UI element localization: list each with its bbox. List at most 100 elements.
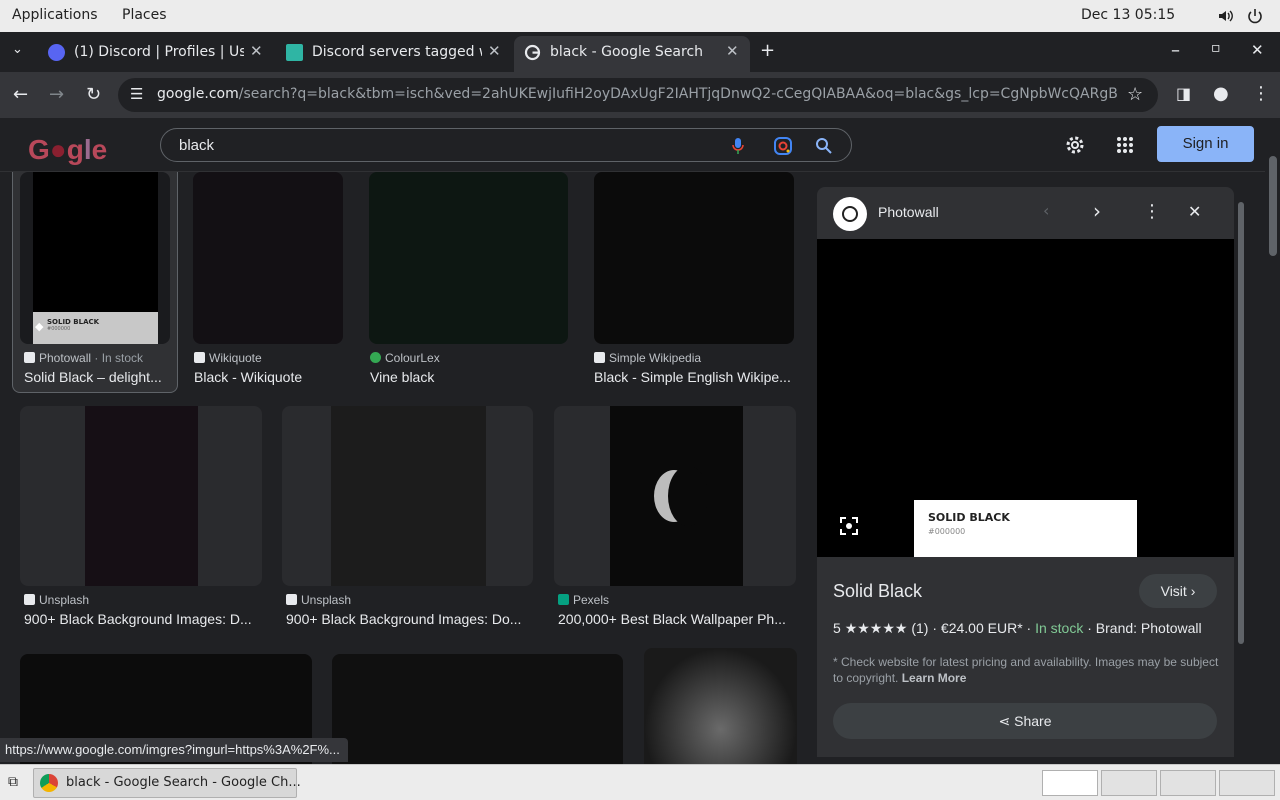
settings-gear-icon[interactable] — [1064, 134, 1086, 156]
result-source[interactable]: Simple Wikipedia — [594, 351, 701, 365]
back-icon[interactable]: ← — [13, 84, 28, 105]
close-icon[interactable]: ✕ — [250, 42, 263, 60]
result-thumbnail[interactable] — [594, 172, 794, 344]
result-thumbnail[interactable] — [644, 648, 797, 764]
show-desktop-icon[interactable]: ⧉ — [8, 774, 18, 790]
photowall-icon — [24, 352, 35, 363]
workspace-1[interactable] — [1042, 770, 1098, 796]
unsplash-icon — [24, 594, 35, 605]
photowall-logo — [833, 197, 867, 231]
result-source[interactable]: Unsplash — [24, 593, 89, 607]
result-caption[interactable]: Vine black — [370, 369, 568, 385]
colourlex-icon — [370, 352, 381, 363]
result-thumbnail[interactable] — [282, 406, 533, 586]
learn-more-link[interactable]: Learn More — [902, 671, 967, 685]
applications-menu[interactable]: Applications — [12, 7, 98, 23]
maximize-icon[interactable]: ▫ — [1211, 40, 1221, 56]
search-input[interactable] — [179, 135, 699, 155]
url-text[interactable]: google.com/search?q=black&tbm=isch&ved=2… — [157, 86, 1117, 102]
lens-search-icon[interactable] — [839, 516, 859, 536]
mic-icon[interactable] — [731, 137, 745, 155]
reload-icon[interactable]: ↻ — [86, 84, 101, 105]
bookmark-star-icon[interactable]: ☆ — [1127, 84, 1143, 105]
volume-icon[interactable] — [1217, 7, 1235, 25]
close-icon[interactable]: ✕ — [1188, 202, 1201, 221]
tab-title: black - Google Search — [550, 44, 704, 60]
disboard-icon — [286, 44, 303, 61]
preview-image-card: SOLID BLACK #000000 — [914, 500, 1137, 557]
apps-grid-icon[interactable] — [1116, 136, 1134, 154]
search-box[interactable] — [160, 128, 852, 162]
places-menu[interactable]: Places — [122, 7, 167, 23]
tab-discord[interactable]: (1) Discord | Profiles | User ✕ — [38, 36, 274, 72]
result-thumbnail[interactable] — [554, 406, 796, 586]
result-source[interactable]: ColourLex — [370, 351, 440, 365]
result-caption[interactable]: Black - Wikiquote — [194, 369, 344, 385]
site-info-icon[interactable]: ☰ — [130, 85, 143, 103]
result-thumbnail[interactable]: SOLID BLACK #000000 ◆ — [20, 172, 170, 344]
next-icon[interactable]: › — [1093, 199, 1101, 223]
new-tab-button[interactable]: + — [760, 40, 775, 61]
result-caption[interactable]: 900+ Black Background Images: Do... — [286, 611, 533, 627]
result-thumbnail[interactable] — [332, 654, 623, 764]
wikipedia-icon — [594, 352, 605, 363]
result-source[interactable]: Wikiquote — [194, 351, 262, 365]
result-caption[interactable]: 900+ Black Background Images: D... — [24, 611, 262, 627]
clock[interactable]: Dec 13 05:15 — [1081, 7, 1175, 23]
close-window-icon[interactable]: ✕ — [1251, 41, 1264, 59]
taskbar: ⧉ black - Google Search - Google Ch... — [0, 764, 1280, 800]
address-bar[interactable]: ☰ google.com/search?q=black&tbm=isch&ved… — [118, 78, 1158, 112]
wikiquote-icon — [194, 352, 205, 363]
preview-source[interactable]: Photowall — [878, 204, 939, 220]
result-source[interactable]: Photowall · In stock — [24, 351, 143, 365]
thumbnail-card-code: #000000 — [47, 326, 71, 332]
tab-disboard[interactable]: Discord servers tagged with ✕ — [276, 36, 514, 72]
page-scrollbar[interactable] — [1265, 118, 1280, 764]
result-caption[interactable]: Black - Simple English Wikipe... — [594, 369, 794, 385]
minimize-icon[interactable]: – — [1171, 40, 1180, 61]
result-source[interactable]: Pexels — [558, 593, 609, 607]
more-options-icon[interactable]: ⋮ — [1143, 201, 1161, 222]
workspace-4[interactable] — [1219, 770, 1275, 796]
workspace-2[interactable] — [1101, 770, 1157, 796]
preview-card-title: SOLID BLACK — [928, 511, 1010, 524]
close-icon[interactable]: ✕ — [488, 42, 501, 60]
google-doodle-logo[interactable]: G●gle — [28, 134, 107, 166]
power-icon[interactable] — [1246, 7, 1264, 25]
product-meta: 5 ★★★★★ (1) · €24.00 EUR* · In stock · B… — [833, 620, 1202, 636]
unsplash-icon — [286, 594, 297, 605]
result-thumbnail[interactable] — [369, 172, 568, 344]
panel-scrollbar[interactable] — [1236, 190, 1246, 746]
workspace-3[interactable] — [1160, 770, 1216, 796]
tab-search-icon[interactable]: ⌄ — [12, 42, 23, 57]
system-top-bar: Applications Places Dec 13 05:15 — [0, 0, 1280, 32]
taskbar-window-title: black - Google Search - Google Ch... — [66, 775, 301, 790]
sign-in-button[interactable]: Sign in — [1157, 126, 1254, 162]
preview-title[interactable]: Solid Black — [833, 581, 922, 602]
share-icon: ⋖ — [998, 713, 1011, 729]
forward-icon[interactable]: → — [49, 84, 64, 105]
preview-card-code: #000000 — [928, 527, 966, 536]
lens-icon[interactable] — [773, 136, 793, 156]
result-thumbnail[interactable] — [20, 406, 262, 586]
discord-icon — [48, 44, 65, 61]
menu-icon[interactable]: ⋮ — [1252, 83, 1270, 104]
result-thumbnail[interactable] — [193, 172, 343, 344]
copyright-note: * Check website for latest pricing and a… — [833, 655, 1219, 685]
search-icon[interactable] — [815, 137, 833, 155]
tab-google-search[interactable]: black - Google Search ✕ — [514, 36, 750, 72]
chrome-icon — [40, 774, 58, 792]
share-button[interactable]: ⋖ Share — [833, 703, 1217, 739]
close-icon[interactable]: ✕ — [726, 42, 739, 60]
result-caption[interactable]: Solid Black – delight... — [24, 369, 170, 385]
previous-icon[interactable]: ‹ — [1043, 201, 1049, 220]
visit-button[interactable]: Visit › — [1139, 574, 1217, 608]
tag-icon: ◆ — [35, 320, 44, 333]
result-source[interactable]: Unsplash — [286, 593, 351, 607]
taskbar-window-chrome[interactable]: black - Google Search - Google Ch... — [33, 768, 301, 798]
profile-icon[interactable]: ● — [1213, 83, 1229, 104]
star-rating-icon: ★★★★★ — [844, 620, 908, 636]
side-panel-icon[interactable]: ◨ — [1176, 84, 1191, 103]
tab-title: Discord servers tagged with — [312, 44, 482, 60]
result-caption[interactable]: 200,000+ Best Black Wallpaper Ph... — [558, 611, 796, 627]
